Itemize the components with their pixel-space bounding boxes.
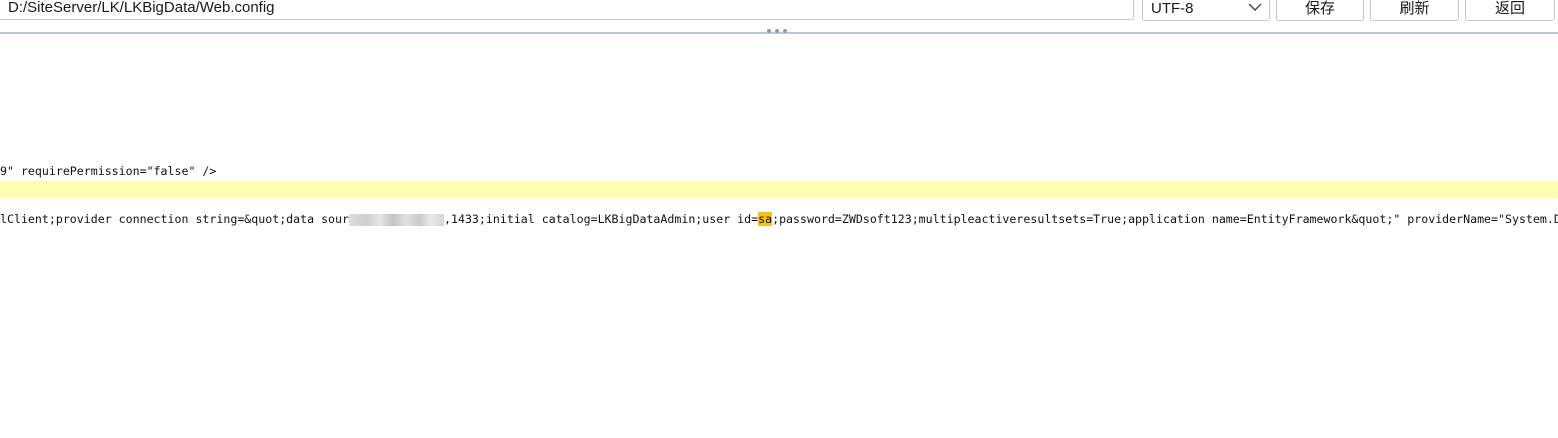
encoding-select[interactable]: UTF-8 (1142, 0, 1270, 21)
refresh-button[interactable]: 刷新 (1370, 0, 1459, 21)
file-path-input[interactable]: D:/SiteServer/LK/LKBigData/Web.config (0, 0, 1134, 20)
toolbar: D:/SiteServer/LK/LKBigData/Web.config UT… (0, 0, 1558, 26)
back-button[interactable]: 返回 (1465, 0, 1555, 21)
grip-dot (767, 29, 771, 33)
redacted-region (349, 213, 445, 226)
save-button[interactable]: 保存 (1276, 0, 1364, 21)
current-line-highlight (0, 181, 1558, 198)
code-editor[interactable]: 9" requirePermission="false" /> lClient;… (0, 34, 1558, 438)
code-line: 9" requirePermission="false" /> (0, 164, 217, 178)
code-line: lClient;provider connection string=&quot… (0, 211, 1558, 227)
code-segment: lClient;provider connection string=&quot… (0, 212, 350, 226)
code-segment: ,1433;initial catalog=LKBigDataAdmin;use… (444, 212, 759, 226)
grip-dot (775, 29, 779, 33)
encoding-select-value: UTF-8 (1151, 0, 1194, 17)
chevron-down-icon (1248, 3, 1262, 11)
search-match-highlight: sa (758, 212, 773, 226)
code-segment: ;password=ZWDsoft123;multipleactiveresul… (772, 212, 1558, 226)
grip-dot (783, 29, 787, 33)
